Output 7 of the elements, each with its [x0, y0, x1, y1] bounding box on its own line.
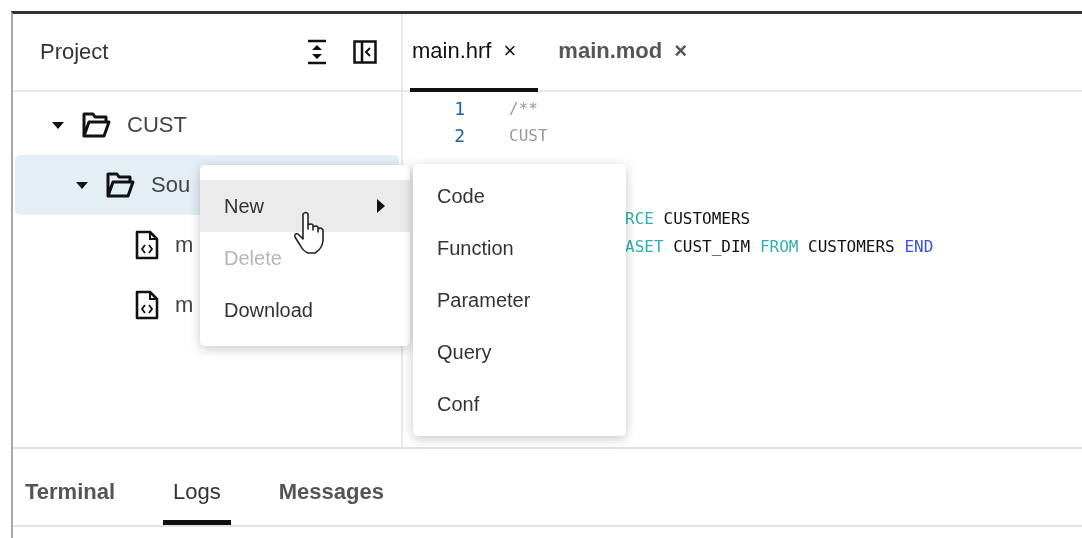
- line-number: 1: [453, 98, 465, 119]
- code-line: ASET CUST_DIM FROM CUSTOMERS END: [625, 236, 934, 256]
- code-line: CUST: [509, 126, 548, 145]
- line-number: 2: [453, 125, 465, 146]
- panel-title: Project: [40, 39, 110, 65]
- code-line: RCE CUSTOMERS: [625, 208, 751, 228]
- code-line: /**: [509, 99, 538, 118]
